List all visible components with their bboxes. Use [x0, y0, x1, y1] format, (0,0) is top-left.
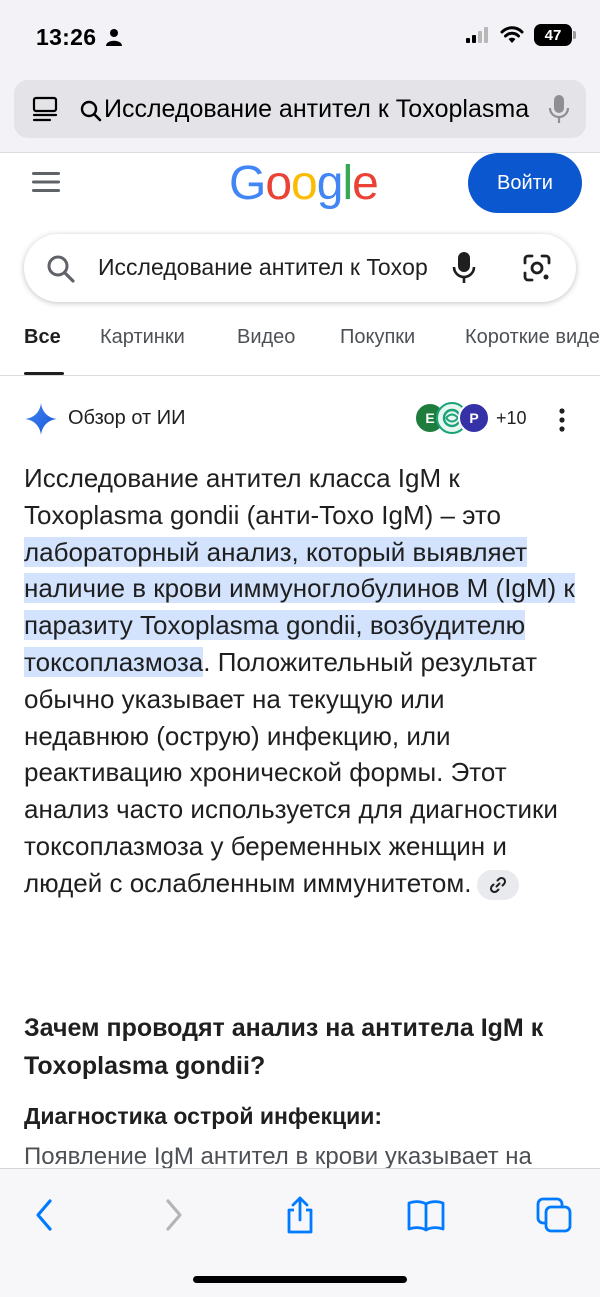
- ai-sparkle-icon: [25, 403, 57, 435]
- person-icon: [106, 29, 122, 46]
- back-button[interactable]: [22, 1193, 66, 1237]
- divider: [0, 375, 600, 376]
- logo-letter: e: [352, 157, 379, 210]
- share-icon: [287, 1196, 313, 1234]
- ai-overview-header: Обзор от ИИ E P +10: [24, 400, 584, 440]
- forward-button[interactable]: [152, 1193, 196, 1237]
- wifi-icon: [500, 26, 524, 43]
- logo-letter: g: [316, 157, 344, 210]
- search-icon: [80, 100, 102, 122]
- status-bar: 13:26 47: [0, 0, 600, 76]
- logo-letter: G: [229, 157, 266, 210]
- source-favicon[interactable]: P: [458, 402, 490, 434]
- search-box[interactable]: Исследование антител к Toxoplasma: [24, 234, 576, 302]
- page-menu-icon[interactable]: [32, 96, 60, 122]
- address-area: Исследование антител к Toxoplasma: [0, 76, 600, 152]
- tab-videos[interactable]: Видео: [237, 326, 295, 349]
- search-icon: [47, 255, 75, 283]
- logo-letter: o: [291, 157, 318, 210]
- section-text: Появление IgM антител в крови указывает …: [24, 1143, 532, 1170]
- lens-icon[interactable]: [522, 253, 552, 283]
- status-indicators: 47: [466, 24, 576, 46]
- tab-all[interactable]: Все: [24, 326, 61, 349]
- status-time: 13:26: [36, 24, 97, 50]
- signal-icon: [466, 27, 488, 43]
- ai-overview-text: Исследование антител класса IgM к Toxopl…: [24, 460, 576, 902]
- tab-images[interactable]: Картинки: [100, 326, 185, 349]
- search-tabs: Все Картинки Видео Покупки Короткие виде…: [0, 318, 600, 376]
- search-input[interactable]: Исследование антител к Toxoplasma: [98, 254, 428, 281]
- section-subheading: Диагностика острой инфекции:: [24, 1103, 383, 1129]
- tab-short-videos[interactable]: Короткие видео: [465, 326, 600, 349]
- address-text[interactable]: Исследование антител к Toxoplasma: [104, 95, 544, 124]
- signin-button[interactable]: Войти: [468, 153, 582, 213]
- tabs-icon: [536, 1197, 572, 1233]
- google-logo[interactable]: Google: [229, 156, 379, 211]
- logo-letter: l: [342, 157, 353, 210]
- microphone-icon[interactable]: [548, 94, 570, 124]
- intro-text: Исследование антител класса IgM к Toxopl…: [24, 463, 501, 530]
- chevron-left-icon: [36, 1199, 52, 1231]
- chevron-right-icon: [166, 1199, 182, 1231]
- voice-search-icon[interactable]: [452, 251, 476, 285]
- ai-overview-title: Обзор от ИИ: [68, 407, 186, 429]
- link-icon: [490, 876, 507, 893]
- more-options-icon[interactable]: [552, 408, 572, 432]
- tabs-button[interactable]: [532, 1193, 576, 1237]
- source-link-button[interactable]: [477, 869, 520, 900]
- menu-icon[interactable]: [32, 171, 62, 193]
- tab-shopping[interactable]: Покупки: [340, 326, 415, 349]
- book-icon: [407, 1200, 445, 1232]
- address-bar[interactable]: Исследование антител к Toxoplasma: [14, 80, 586, 138]
- intro-rest-text: . Положительный результат обычно указыва…: [24, 646, 558, 898]
- share-button[interactable]: [278, 1193, 322, 1237]
- section-heading: Зачем проводят анализ на антитела IgM к …: [24, 1014, 544, 1080]
- more-sources-count[interactable]: +10: [496, 408, 527, 429]
- home-indicator: [193, 1276, 407, 1283]
- logo-letter: o: [265, 157, 292, 210]
- bookmarks-button[interactable]: [404, 1193, 448, 1237]
- battery-icon: 47: [534, 24, 576, 46]
